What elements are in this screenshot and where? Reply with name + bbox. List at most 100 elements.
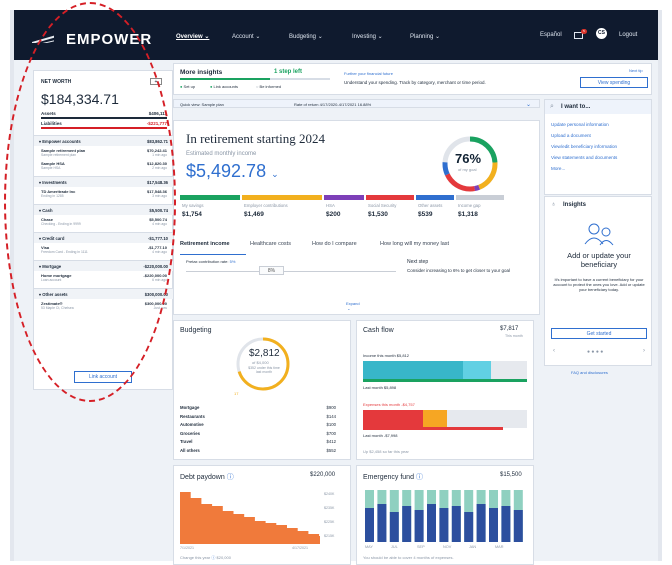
tab-0[interactable]: Retirement income (180, 241, 230, 247)
language-link[interactable]: Español (540, 32, 562, 38)
budget-row[interactable]: Mortgage $900 (180, 405, 336, 410)
account-sub: Loan account (41, 278, 62, 282)
tab-3[interactable]: How long will my money last (380, 241, 449, 247)
chevron-right-icon[interactable]: › (643, 348, 645, 354)
rate-of-return: Rate of return 4/17/2020-4/17/2021 16.88… (294, 102, 372, 107)
emergency-month-label: JUL (391, 545, 398, 549)
check-be-informed: ○ Be informed (256, 84, 282, 89)
breakdown-value: $200 (326, 211, 341, 218)
account-group-header[interactable]: ▾ Cash $5,500.74 (34, 204, 174, 215)
expense-fill-2 (423, 410, 447, 428)
contribution-slider-track[interactable] (186, 271, 396, 272)
account-group-label: ▾ Empower accounts (39, 139, 81, 144)
account-group-header[interactable]: ▾ Investments $17,548.36 (34, 176, 174, 187)
faq-link[interactable]: FAQ and disclosures (571, 370, 608, 375)
nav-investing[interactable]: Investing ⌄ (352, 33, 383, 40)
account-row[interactable]: Sample HSA Sample HSA $12,820.30 2 min ago (41, 161, 167, 172)
link-account-button[interactable]: Link account (74, 371, 132, 383)
want-link[interactable]: Upload a document (551, 133, 591, 138)
further-title: Further your financial future (344, 71, 393, 76)
account-group-header[interactable]: ▾ Other assets $300,000.00 (34, 288, 174, 299)
tab-2[interactable]: How do I compare (312, 241, 357, 247)
estimated-income-label: Estimated monthly income (186, 151, 257, 157)
income-track (363, 361, 527, 381)
account-row[interactable]: TD Ameritrade Inc Ending in 1285 $17,548.3… (41, 189, 167, 200)
emergency-month-label: NOV (443, 545, 452, 549)
logout-link[interactable]: Logout (619, 32, 637, 38)
breakdown-value: $1,318 (458, 211, 478, 218)
budget-row[interactable]: All others $552 (180, 448, 336, 453)
tab-1[interactable]: Healthcare costs (250, 241, 291, 247)
account-row[interactable]: Visa Freedom Card - Ending in 1111 -$1,777… (41, 245, 167, 256)
liabilities-row[interactable]: Liabilities -$221,777 (41, 121, 167, 129)
want-link[interactable]: Update personal information (551, 122, 609, 127)
expand-link[interactable]: Expand ⌄ (346, 301, 360, 311)
debt-axis-2: $235K (324, 506, 335, 510)
info-icon[interactable]: ⓘ (416, 474, 423, 481)
active-tab-underline (180, 254, 246, 255)
budget-row[interactable]: Restaurants $144 (180, 414, 336, 419)
account-group-header[interactable]: ▾ Credit card -$1,777.10 (34, 232, 174, 243)
debt-title: Debt paydown ⓘ (180, 474, 234, 481)
view-spending-button[interactable]: View spending (580, 77, 648, 88)
account-row[interactable]: Zestimate® 53 Maple Ct, Chelsea $300,000.0… (41, 301, 167, 312)
info-icon[interactable]: ⓘ (227, 474, 234, 481)
account-row[interactable]: Home mortgage Loan account -$220,000.00 6 m… (41, 273, 167, 284)
contribution-slider-handle[interactable]: 8% (259, 266, 284, 275)
budget-total: of $4,000 (252, 360, 269, 365)
want-link[interactable]: More... (551, 166, 565, 171)
breakdown-value: $1,530 (368, 211, 388, 218)
logo[interactable]: EMPOWER (66, 31, 152, 48)
quick-view-bar[interactable]: Quick view: Sample plan Rate of return 4… (173, 99, 540, 108)
account-group-label: ▾ Other assets (39, 292, 68, 297)
people-icon (584, 223, 614, 246)
account-group-value: -$220,000.00 (143, 264, 168, 269)
emergency-month-label: JAN (469, 545, 477, 549)
emergency-month-label: MAR (495, 545, 504, 549)
more-insights-title: More insights (180, 69, 223, 76)
retirement-title: In retirement starting 2024 (186, 131, 325, 146)
chevron-left-icon[interactable]: ‹ (553, 348, 555, 354)
next-step-text: Consider increasing to 6% to get closer … (407, 268, 511, 273)
breakdown-bar (456, 195, 504, 200)
nav-planning[interactable]: Planning ⌄ (410, 33, 440, 40)
account-group-value: $83,862.71 (147, 139, 168, 144)
avatar[interactable]: CS (596, 28, 607, 39)
emergency-bar (451, 506, 461, 542)
top-navigation: EMPOWER Overview ⌄ Account ⌄ Budgeting ⌄… (14, 10, 658, 60)
i-want-to-card: ⌕ I want to... Update personal informati… (544, 99, 652, 195)
carousel-dots[interactable]: ● ● ● ● (587, 349, 603, 355)
want-link[interactable]: View statements and documents (551, 155, 617, 160)
account-row[interactable]: Chase Checking - Ending in 9999 $5,500.74 4… (41, 217, 167, 228)
want-link[interactable]: View/edit beneficiary information (551, 144, 617, 149)
chevron-down-icon[interactable]: ⌄ (526, 101, 531, 108)
debt-value: $220,000 (310, 472, 336, 478)
quick-view-label: Quick view: Sample plan (180, 102, 224, 107)
account-group-header[interactable]: ▾ Empower accounts $83,862.71 (34, 135, 174, 146)
add-account-button[interactable]: + (150, 78, 162, 85)
nav-account[interactable]: Account ⌄ (232, 33, 260, 40)
account-group-value: $300,000.00 (144, 292, 168, 297)
budget-row[interactable]: Travel $412 (180, 439, 336, 444)
breakdown-label: Employer contributions (244, 203, 288, 208)
get-started-button[interactable]: Get started (551, 328, 647, 339)
net-worth-total: $184,334.71 (41, 91, 119, 107)
budget-row[interactable]: Automotive $100 (180, 422, 336, 427)
breakdown-label: Income gap (458, 203, 481, 208)
account-group-header[interactable]: ▾ Mortgage -$220,000.00 (34, 260, 174, 271)
nav-overview[interactable]: Overview ⌄ (176, 33, 209, 40)
account-row[interactable]: Sample retirement plan Sample retirement … (41, 148, 167, 159)
net-worth-sidebar: NET WORTH + $184,334.71 Assets $406,111 … (33, 70, 174, 390)
income-last-bar (363, 379, 527, 382)
account-sub: Sample retirement plan (41, 153, 77, 157)
budget-row[interactable]: Groceries $700 (180, 431, 336, 436)
nav-budgeting[interactable]: Budgeting ⌄ (289, 33, 323, 40)
account-group-label: ▾ Cash (39, 208, 53, 213)
assets-row[interactable]: Assets $406,111 (41, 111, 167, 119)
budget-row-value: $700 (326, 430, 336, 436)
next-tip-link[interactable]: Next tip (629, 68, 643, 73)
expense-fill (363, 410, 423, 428)
account-group-label: ▾ Mortgage (39, 264, 62, 269)
account-group-value: $17,548.36 (147, 180, 168, 185)
estimated-income-amount[interactable]: $5,492.78 ⌄ (186, 161, 279, 182)
